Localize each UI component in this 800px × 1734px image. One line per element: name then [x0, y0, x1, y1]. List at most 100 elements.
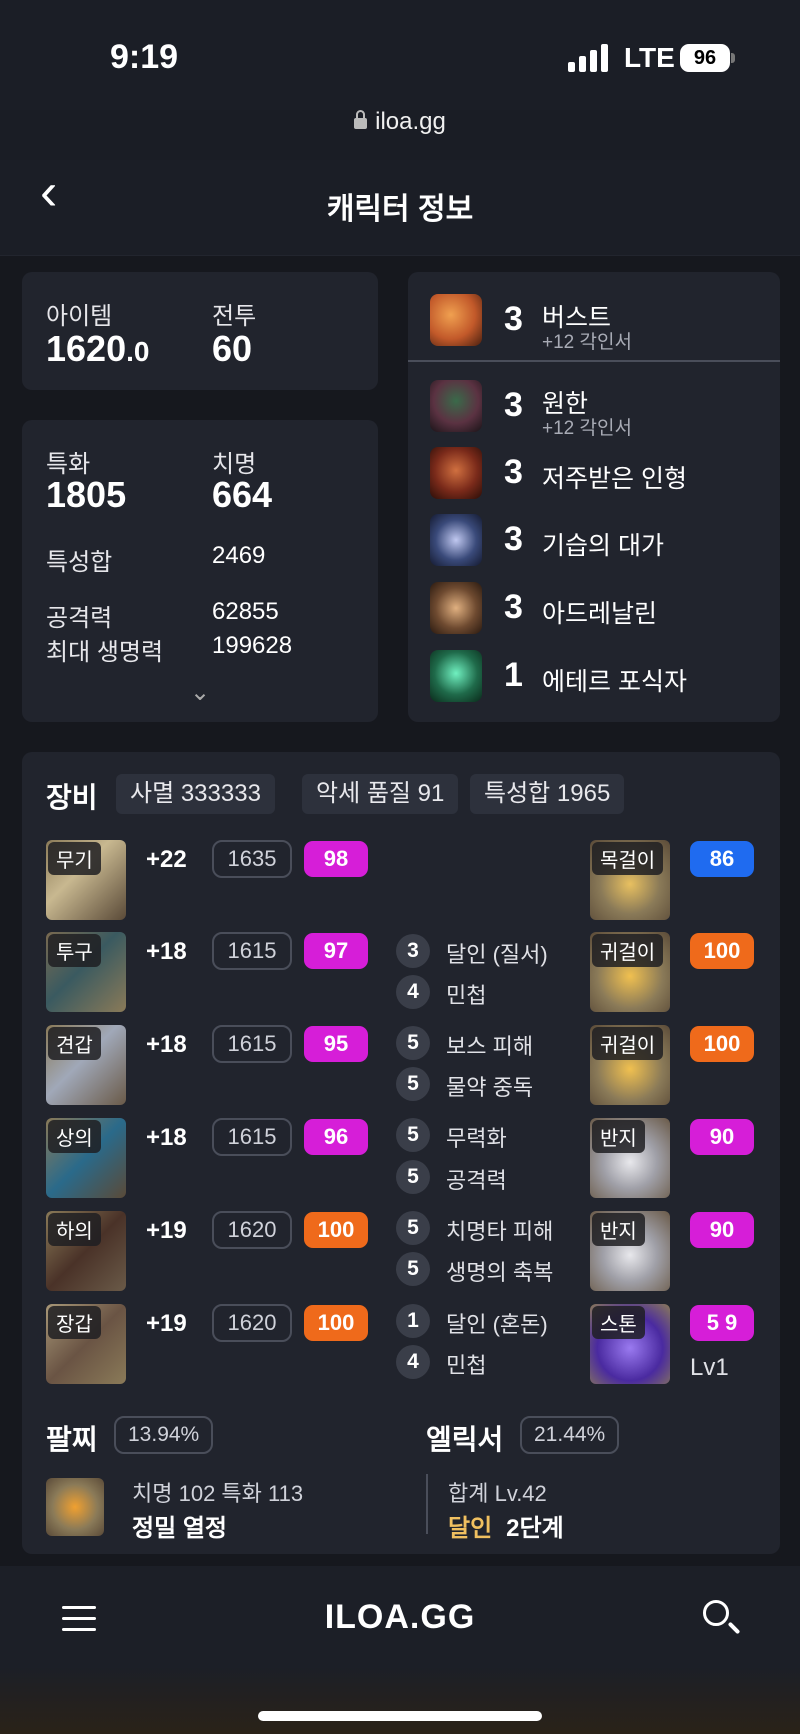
- summary-card: 아이템 1620.0 전투 60: [22, 272, 378, 390]
- signal-icon: [568, 44, 608, 72]
- shoulder-icon: 견갑: [46, 1025, 126, 1105]
- quality-badge: 96: [304, 1119, 368, 1155]
- engraving-row[interactable]: 3 저주받은 인형: [430, 447, 770, 501]
- gloves-icon: 장갑: [46, 1304, 126, 1384]
- engraving-divider: [408, 360, 780, 362]
- item-level: 1615: [212, 1118, 292, 1156]
- quality-badge: 100: [304, 1305, 368, 1341]
- search-icon[interactable]: [703, 1600, 729, 1626]
- refine-level: +19: [146, 1217, 187, 1244]
- combat-level-value: 60: [212, 328, 253, 369]
- bracelet-title: 팔찌: [46, 1424, 98, 1455]
- engraving-row[interactable]: 3 아드레날린: [430, 582, 770, 636]
- effect-name: 달인 (질서): [446, 942, 548, 967]
- effect-name: 치명타 피해: [446, 1219, 554, 1244]
- engraving-level: 3: [504, 588, 523, 626]
- effect-level: 5: [396, 1252, 430, 1286]
- elixir-divider: [426, 1474, 428, 1534]
- quality-badge: 100: [690, 933, 754, 969]
- stats-card: 특화 1805 치명 664 특성합 2469 공격력 62855 최대 생명력…: [22, 420, 378, 722]
- stat-total-label: 특성합: [46, 549, 113, 576]
- engraving-icon: [430, 650, 482, 702]
- bottom-nav: ILOA.GG: [0, 1566, 800, 1734]
- effect-name: 달인 (혼돈): [446, 1312, 548, 1337]
- lock-icon: [354, 110, 368, 129]
- item-level: 1620: [212, 1211, 292, 1249]
- effect-name: 물약 중독: [446, 1075, 534, 1100]
- effect-level: 5: [396, 1026, 430, 1060]
- attack-value: 62855: [212, 598, 279, 625]
- engraving-name: 아드레날린: [542, 600, 658, 628]
- tag-pill: 사멸 333333: [116, 774, 275, 814]
- effect-level: 5: [396, 1211, 430, 1245]
- elixir-set-name: 달인: [448, 1515, 493, 1542]
- battery-tip: [731, 53, 735, 63]
- quality-badge: 5 9: [690, 1305, 754, 1341]
- engraving-book: +12 각인서: [542, 332, 632, 353]
- network-label: LTE: [624, 42, 675, 73]
- engraving-book: +12 각인서: [542, 418, 632, 439]
- effect-level: 5: [396, 1118, 430, 1152]
- item-level: 1615: [212, 1025, 292, 1063]
- quality-badge: 97: [304, 933, 368, 969]
- quality-badge: 90: [690, 1212, 754, 1248]
- engraving-level: 3: [504, 520, 523, 558]
- effect-level: 4: [396, 1345, 430, 1379]
- max-hp-value: 199628: [212, 632, 293, 659]
- engraving-level: 3: [504, 453, 523, 491]
- expand-chevron-icon[interactable]: ⌄: [190, 678, 210, 707]
- elixir-set: 달인 2단계: [448, 1508, 564, 1543]
- item-slot-label: 견갑: [48, 1027, 101, 1060]
- helmet-icon: 투구: [46, 932, 126, 1012]
- item-slot-label: 반지: [592, 1213, 645, 1246]
- item-slot-label: 하의: [48, 1213, 101, 1246]
- engraving-level: 3: [504, 300, 523, 338]
- engraving-row[interactable]: 3 원한 +12 각인서: [430, 380, 770, 439]
- bracelet-icon[interactable]: [46, 1478, 104, 1536]
- item-level: 1615: [212, 932, 292, 970]
- browser-url[interactable]: iloa.gg: [0, 108, 800, 136]
- engraving-name: 저주받은 인형: [542, 465, 687, 493]
- attack-label: 공격력: [46, 605, 113, 632]
- quality-badge: 86: [690, 841, 754, 877]
- refine-level: +18: [146, 1124, 187, 1151]
- engraving-icon: [430, 294, 482, 346]
- refine-level: +18: [146, 1031, 187, 1058]
- effect-name: 공격력: [446, 1168, 507, 1193]
- crit-value: 664: [212, 474, 273, 515]
- engraving-name: 에테르 포식자: [542, 668, 687, 696]
- pants-icon: 하의: [46, 1211, 126, 1291]
- effect-name: 생명의 축복: [446, 1260, 554, 1285]
- item-level: 1635: [212, 840, 292, 878]
- item-level-value: 1620.0: [46, 328, 150, 369]
- effect-name: 무력화: [446, 1126, 507, 1151]
- effect-level: 1: [396, 1304, 430, 1338]
- battery-icon: 96: [680, 44, 730, 72]
- item-slot-label: 반지: [592, 1120, 645, 1153]
- site-logo[interactable]: ILOA.GG: [0, 1598, 800, 1637]
- item-slot-label: 스톤: [592, 1306, 645, 1339]
- effect-level: 3: [396, 934, 430, 968]
- home-indicator[interactable]: [258, 1711, 542, 1721]
- bracelet-effects: 정밀 열정: [132, 1515, 227, 1542]
- engraving-icon: [430, 380, 482, 432]
- elixir-total: 합계 Lv.42: [448, 1481, 547, 1506]
- item-slot-label: 상의: [48, 1120, 101, 1153]
- chest-icon: 상의: [46, 1118, 126, 1198]
- effect-level: 5: [396, 1067, 430, 1101]
- refine-level: +22: [146, 846, 187, 873]
- item-slot-label: 투구: [48, 934, 101, 967]
- equipment-title: 장비: [46, 782, 98, 813]
- necklace-icon: 목걸이: [590, 840, 670, 920]
- engraving-icon: [430, 447, 482, 499]
- page-title: 캐릭터 정보: [326, 193, 474, 226]
- item-slot-label: 무기: [48, 842, 101, 875]
- engraving-row[interactable]: 1 에테르 포식자: [430, 650, 770, 704]
- stat-total-value: 2469: [212, 542, 266, 569]
- bracelet-stats: 치명 102 특화 113: [132, 1481, 304, 1506]
- stone-icon: 스톤: [590, 1304, 670, 1384]
- engraving-icon: [430, 582, 482, 634]
- engraving-row[interactable]: 3 버스트 +12 각인서: [430, 294, 770, 353]
- earring-icon: 귀걸이: [590, 1025, 670, 1105]
- engraving-row[interactable]: 3 기습의 대가: [430, 514, 770, 568]
